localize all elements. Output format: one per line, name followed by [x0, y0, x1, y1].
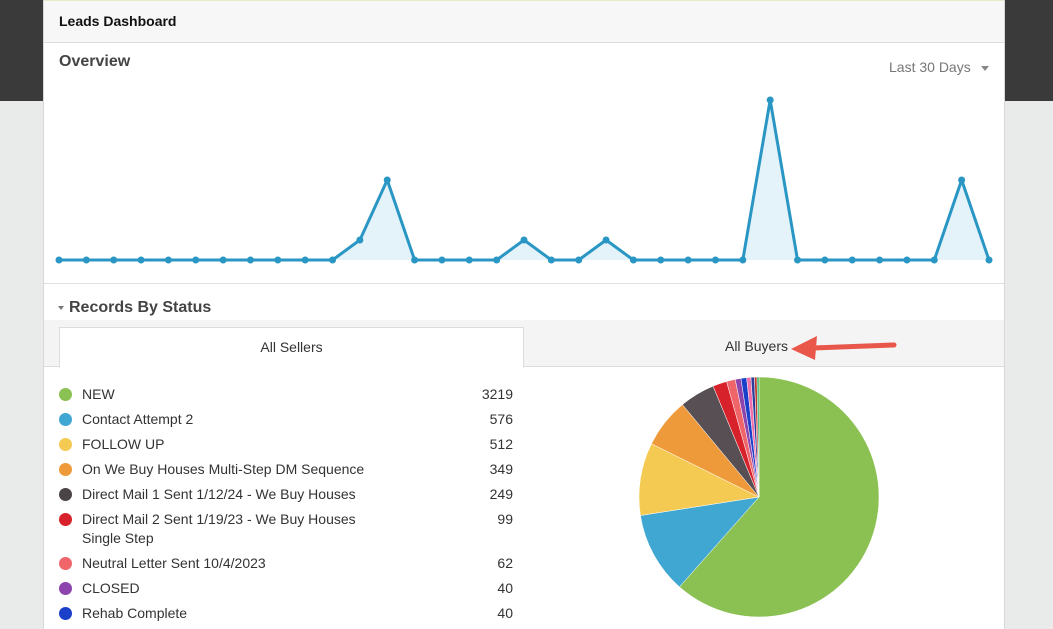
overview-data-point — [575, 256, 583, 264]
date-range-label: Last 30 Days — [889, 59, 971, 75]
status-color-dot — [59, 463, 72, 476]
status-color-dot — [59, 607, 72, 620]
overview-data-point — [930, 256, 938, 264]
status-row[interactable]: Contact Attempt 2 576 — [59, 410, 519, 429]
status-color-dot — [59, 413, 72, 426]
status-row[interactable]: NEW 3219 — [59, 385, 519, 404]
overview-data-point — [602, 236, 610, 244]
status-row[interactable]: Direct Mail 2 Sent 1/19/23 - We Buy Hous… — [59, 510, 519, 548]
status-color-dot — [59, 582, 72, 595]
overview-data-point — [301, 256, 309, 264]
overview-data-point — [164, 256, 172, 264]
overview-data-point — [684, 256, 692, 264]
overview-data-point — [520, 236, 528, 244]
leads-dashboard-panel: Leads Dashboard Overview Last 30 Days Re… — [43, 0, 1005, 629]
overview-data-point — [739, 256, 747, 264]
overview-data-point — [547, 256, 555, 264]
status-color-dot — [59, 388, 72, 401]
overview-data-point — [192, 256, 200, 264]
status-color-dot — [59, 513, 72, 526]
records-title-label: Records By Status — [69, 299, 212, 316]
status-row[interactable]: CLOSED 40 — [59, 579, 519, 598]
status-label: On We Buy Houses Multi-Step DM Sequence — [82, 461, 365, 477]
overview-data-point — [383, 176, 391, 184]
section-divider — [44, 283, 1004, 284]
overview-data-point — [821, 256, 829, 264]
panel-title: Leads Dashboard — [59, 13, 177, 29]
red-arrow-annotation — [791, 336, 897, 360]
status-label: Direct Mail 1 Sent 1/12/24 - We Buy Hous… — [82, 486, 356, 502]
overview-data-point — [137, 256, 145, 264]
overview-data-point — [493, 256, 501, 264]
overview-series-line — [59, 98, 991, 262]
collapse-caret-icon — [58, 305, 64, 310]
status-color-dot — [59, 438, 72, 451]
status-count: 3219 — [481, 386, 513, 402]
overview-data-point — [411, 256, 419, 264]
overview-data-point — [629, 256, 637, 264]
status-color-dot — [59, 557, 72, 570]
overview-data-point — [219, 256, 227, 264]
records-by-status-title[interactable]: Records By Status — [58, 299, 211, 317]
status-pie-chart — [638, 376, 880, 618]
tab-all-sellers-label: All Sellers — [260, 339, 323, 355]
status-label: Direct Mail 2 Sent 1/19/23 - We Buy Hous… — [82, 511, 356, 546]
overview-data-point — [711, 256, 719, 264]
tab-all-buyers-label: All Buyers — [724, 338, 789, 354]
overview-data-point — [985, 256, 993, 264]
status-label: NEW — [82, 386, 115, 402]
status-row[interactable]: On We Buy Houses Multi-Step DM Sequence 3… — [59, 460, 519, 479]
status-label: CLOSED — [82, 580, 140, 596]
status-count: 99 — [497, 511, 513, 527]
overview-data-point — [55, 256, 63, 264]
overview-data-point — [848, 256, 856, 264]
status-count: 62 — [497, 555, 513, 571]
status-label: Rehab Complete — [82, 605, 188, 621]
status-count: 512 — [489, 436, 513, 452]
overview-data-point — [766, 96, 774, 104]
tab-all-buyers[interactable]: All Buyers — [524, 327, 989, 366]
status-row[interactable]: Rehab Complete 40 — [59, 604, 519, 623]
overview-data-point — [657, 256, 665, 264]
status-label: Neutral Letter Sent 10/4/2023 — [82, 555, 266, 571]
status-row[interactable]: Neutral Letter Sent 10/4/2023 62 — [59, 554, 519, 573]
overview-data-point — [82, 256, 90, 264]
date-range-dropdown[interactable]: Last 30 Days — [889, 59, 989, 75]
panel-header: Leads Dashboard — [44, 0, 1004, 43]
status-label: FOLLOW UP — [82, 436, 165, 452]
status-count: 349 — [489, 461, 513, 477]
status-count: 40 — [497, 605, 513, 621]
overview-line-chart — [55, 96, 993, 264]
overview-data-point — [274, 256, 282, 264]
chevron-down-icon — [980, 65, 989, 71]
overview-data-point — [246, 256, 254, 264]
status-count: 576 — [489, 411, 513, 427]
overview-data-point — [958, 176, 966, 184]
overview-data-point — [903, 256, 911, 264]
overview-area-fill — [59, 100, 989, 260]
status-row[interactable]: FOLLOW UP 512 — [59, 435, 519, 454]
overview-data-point — [356, 236, 364, 244]
status-color-dot — [59, 488, 72, 501]
overview-title: Overview — [59, 53, 131, 70]
overview-data-point — [110, 256, 118, 264]
overview-data-point — [438, 256, 446, 264]
overview-data-point — [876, 256, 884, 264]
status-count: 40 — [497, 580, 513, 596]
overview-data-point — [465, 256, 473, 264]
status-label: Contact Attempt 2 — [82, 411, 194, 427]
overview-data-point — [794, 256, 802, 264]
tab-all-sellers[interactable]: All Sellers — [59, 327, 524, 368]
status-count: 249 — [489, 486, 513, 502]
status-row[interactable]: Direct Mail 1 Sent 1/12/24 - We Buy Hous… — [59, 485, 519, 504]
overview-data-point — [329, 256, 337, 264]
